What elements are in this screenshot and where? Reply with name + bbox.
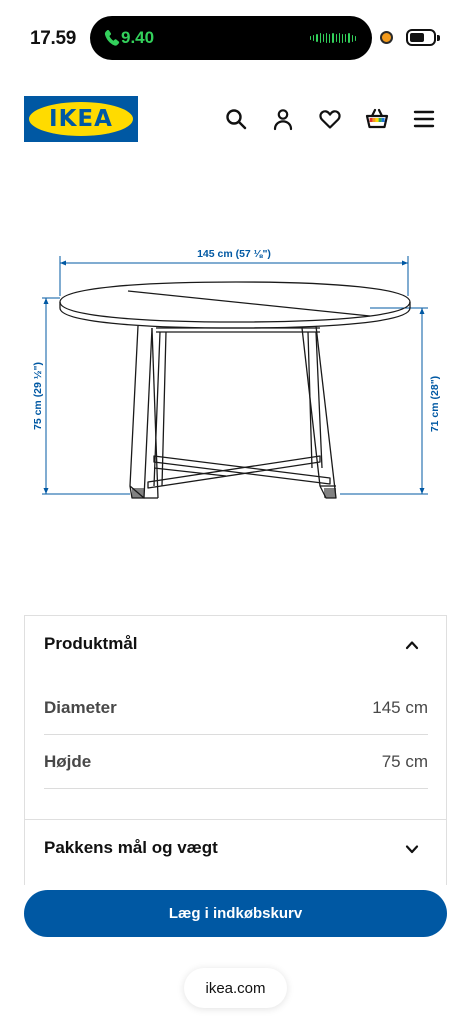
dimensions-section-title: Produktmål <box>44 634 138 653</box>
dimension-label: Højde <box>44 752 92 771</box>
logo-text: IKEA <box>49 106 113 132</box>
status-bar: 17.59 9.40 <box>0 0 471 78</box>
battery-icon <box>406 29 436 46</box>
ikea-logo[interactable]: IKEA <box>24 96 138 142</box>
recording-indicator-icon <box>380 31 393 44</box>
table-dimension-illustration: 145 cm (57 ⅛") 75 cm (29 ½") 71 cm (28") <box>32 248 441 499</box>
row-divider <box>44 788 428 789</box>
package-section-title: Pakkens mål og vægt <box>44 838 218 857</box>
account-icon[interactable] <box>271 107 295 131</box>
battery-level <box>410 33 424 42</box>
height-dimension-label: 75 cm (29 ½") <box>32 362 44 430</box>
basket-icon[interactable] <box>365 107 389 131</box>
dimension-value: 145 cm <box>372 698 428 717</box>
battery-cap <box>437 35 440 41</box>
dimension-label: Diameter <box>44 698 117 717</box>
menu-icon[interactable] <box>412 107 436 131</box>
product-info-panel: Produktmål Diameter 145 cm Højde 75 cm P… <box>24 615 447 885</box>
dimension-row-height: Højde 75 cm <box>44 735 428 789</box>
package-accordion-header[interactable]: Pakkens mål og vægt <box>25 820 446 878</box>
add-to-cart-button[interactable]: Læg i indkøbskurv <box>24 890 447 937</box>
status-time: 17.59 <box>30 28 77 49</box>
call-timer: 9.40 <box>121 28 155 47</box>
width-dimension-label: 145 cm (57 ⅛") <box>197 248 271 260</box>
chevron-down-icon <box>405 845 419 854</box>
search-icon[interactable] <box>224 107 248 131</box>
browser-address-pill[interactable]: ikea.com <box>184 968 287 1008</box>
heart-icon[interactable] <box>318 107 342 131</box>
phone-call-icon <box>104 29 120 46</box>
dimension-value: 75 cm <box>381 752 428 771</box>
dimension-row-diameter: Diameter 145 cm <box>44 681 428 735</box>
leg-height-dimension-label: 71 cm (28") <box>429 376 441 432</box>
dimensions-accordion-header[interactable]: Produktmål <box>25 616 446 674</box>
chevron-up-icon <box>405 641 419 650</box>
audio-waveform-icon <box>310 30 357 46</box>
table-line-drawing <box>59 281 411 499</box>
